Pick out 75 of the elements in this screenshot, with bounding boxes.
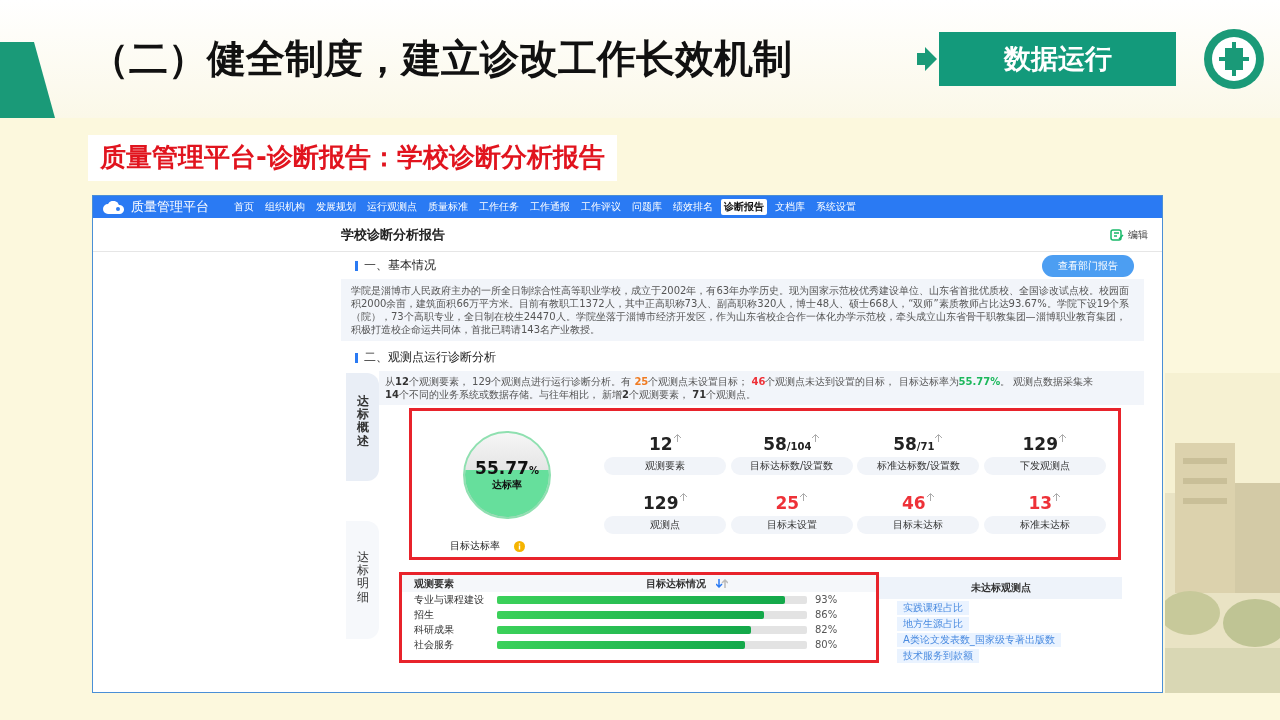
side-tab[interactable]: 达标明细 — [346, 521, 379, 639]
section-marker — [355, 352, 358, 363]
slide-subtitle: 质量管理平台-诊断报告：学校诊断分析报告 — [88, 135, 617, 181]
stat-value: 129 — [643, 493, 679, 513]
stat-value: 58/71 — [893, 434, 935, 454]
up-arrow-icon — [925, 493, 935, 501]
panel-header: 未达标观测点 — [879, 577, 1122, 599]
column-header: 目标达标情况 — [645, 576, 706, 591]
side-tab[interactable]: 达标概述 — [346, 373, 379, 481]
percent-value: 82% — [815, 624, 838, 635]
percent-value: 80% — [815, 639, 838, 650]
stat-label: 观测点 — [604, 516, 727, 534]
slide-title: （二）健全制度，建立诊改工作长效机制 — [90, 35, 792, 83]
stat-label: 标准达标数/设置数 — [857, 457, 980, 475]
nav-tab[interactable]: 质量标准 — [425, 199, 471, 215]
info-icon[interactable] — [514, 540, 525, 552]
up-arrow-icon — [1058, 434, 1067, 442]
column-header: 观测要素 — [413, 576, 455, 591]
sort-icon[interactable] — [715, 579, 728, 588]
observation-tag[interactable]: 地方生源占比 — [897, 617, 969, 631]
app-brand: 质量管理平台 — [131, 198, 209, 216]
nav-tab[interactable]: 绩效排名 — [670, 199, 716, 215]
stat-value: 12 — [648, 434, 673, 454]
stat-value: 13 — [1028, 493, 1053, 513]
section-badge: 数据运行 — [939, 32, 1176, 86]
nav-tab[interactable]: 运行观测点 — [364, 199, 420, 215]
nav-tab[interactable]: 工作任务 — [476, 199, 522, 215]
up-arrow-icon — [678, 493, 688, 501]
percent-value: 86% — [815, 609, 838, 620]
nav-tab[interactable]: 系统设置 — [813, 199, 859, 215]
section-marker — [355, 260, 358, 271]
stat-label: 目标未设置 — [730, 516, 853, 534]
edit-link[interactable]: 编辑 — [1128, 227, 1148, 242]
table-cell-text: 专业与课程建设 — [413, 592, 485, 607]
arrow-icon — [917, 45, 937, 73]
stat-value: 58/104 — [763, 434, 812, 454]
table-cell-text: 社会服务 — [413, 637, 455, 652]
stat-label: 标准未达标 — [983, 516, 1106, 534]
observation-tag[interactable]: A类论文发表数_国家级专著出版数 — [897, 633, 1061, 647]
department-report-button[interactable]: 查看部门报告 — [1042, 254, 1134, 277]
nav-tab[interactable]: 工作评议 — [578, 199, 624, 215]
stat-label: 观测要素 — [604, 457, 727, 475]
stat-label: 目标达标数/设置数 — [730, 457, 853, 475]
section-title: 一、基本情况 — [364, 257, 436, 274]
intro-paragraph: 学院是淄博市人民政府主办的一所全日制综合性高等职业学校，成立于2002年，有63年办学历史。现为国家示范校优秀建设单位、山东省首批优质校、全国诊改试点校。校园面积2000余亩，建筑面积66万平方米。目前有教职工1372人，其中正高职称73人、副高职称320人，博士48人、硕士668人，“双师”素质教师占比达93.67%。学院下设19个系（院），73个高职专业，全日制在校生24470人。学院坐落于淄博市经济开发区，作为山东省校企合作一体化办学示范校，牵头成立山东省骨干职教集团—淄博职业教育集团，积极打造校企命运共同体，首批已聘请143名产业教授。 — [341, 279, 1144, 341]
nav-tab[interactable]: 问题库 — [629, 199, 665, 215]
up-arrow-icon — [672, 434, 682, 442]
nav-tab[interactable]: 首页 — [231, 199, 257, 215]
table-cell-text: 招生 — [413, 607, 435, 622]
up-arrow-icon — [811, 434, 821, 442]
nav-tab[interactable]: 诊断报告 — [721, 199, 767, 215]
stat-value: 25 — [775, 493, 800, 513]
stat-value: 129 — [1022, 434, 1058, 454]
gauge-label: 目标达标率 — [450, 539, 500, 553]
observation-tag[interactable]: 实践课程占比 — [897, 601, 969, 615]
up-arrow-icon — [1052, 493, 1062, 501]
observation-tag[interactable]: 技术服务到款额 — [897, 649, 979, 663]
nav-tab[interactable]: 工作通报 — [527, 199, 573, 215]
table-cell-text: 科研成果 — [413, 622, 455, 637]
up-arrow-icon — [934, 434, 944, 442]
rate-caption: 达标率 — [492, 478, 522, 492]
logo-icon — [1203, 28, 1265, 90]
stat-label: 目标未达标 — [857, 516, 980, 534]
stat-label: 下发观测点 — [983, 457, 1106, 475]
stat-value: 46 — [901, 493, 926, 513]
nav-tab[interactable]: 组织机构 — [262, 199, 308, 215]
cloud-icon — [103, 200, 125, 214]
summary-text: 从12个观测要素， 129个观测点进行运行诊断分析。有 25个观测点未设置目标； 46个观测点未达到设置的目标， 目标达标率为55.77%。 观测点数据采集来 14个不同的业务系统或数据存储。与往年相比， 新增2个观测要素， 71个观测点。 — [379, 371, 1144, 405]
percent-value: 93% — [815, 594, 838, 605]
edit-icon[interactable] — [1110, 228, 1124, 241]
up-arrow-icon — [799, 493, 809, 501]
page-title: 学校诊断分析报告 — [341, 225, 445, 244]
section-title: 二、观测点运行诊断分析 — [364, 349, 496, 366]
nav-tab[interactable]: 文档库 — [772, 199, 808, 215]
nav-tab[interactable]: 发展规划 — [313, 199, 359, 215]
